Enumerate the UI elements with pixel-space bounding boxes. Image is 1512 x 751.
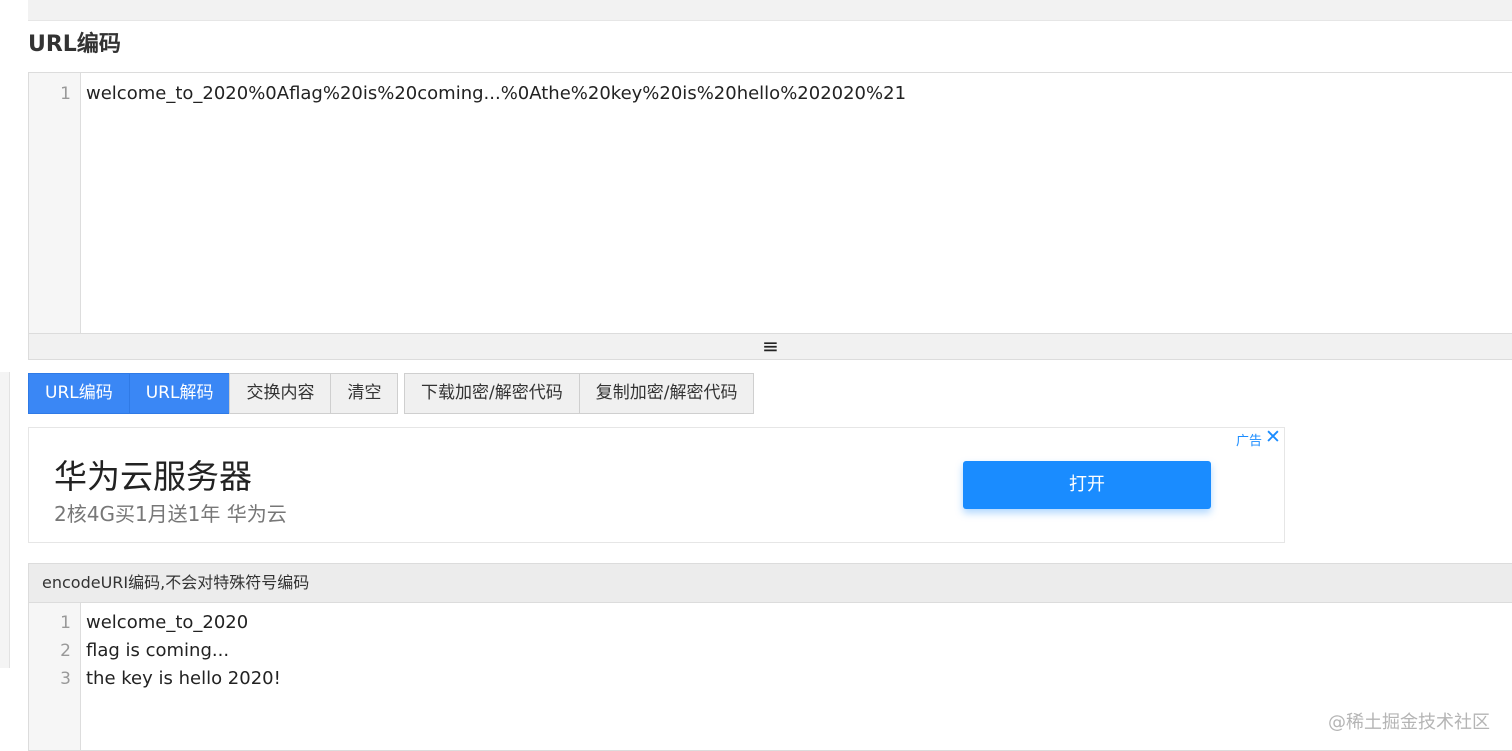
output-code-line[interactable]: the key is hello 2020! — [86, 665, 281, 693]
url-encode-button[interactable]: URL编码 — [28, 373, 130, 414]
left-scroll-guide — [0, 372, 10, 668]
url-decode-button[interactable]: URL解码 — [128, 373, 231, 414]
download-code-button[interactable]: 下载加密/解密代码 — [404, 373, 580, 414]
output-code-line[interactable]: flag is coming... — [86, 637, 229, 665]
line-number-gutter: 1 2 3 — [29, 603, 81, 750]
page: URL编码 1 welcome_to_2020%0Aflag%20is%20co… — [0, 0, 1512, 751]
code-button-group: 下载加密/解密代码 复制加密/解密代码 — [404, 373, 755, 414]
clear-button[interactable]: 清空 — [330, 373, 399, 414]
ad-banner[interactable]: 华为云服务器 2核4G买1月送1年 华为云 打开 广告 ✕ — [28, 426, 1285, 543]
input-editor[interactable]: 1 welcome_to_2020%0Aflag%20is%20coming..… — [28, 72, 1512, 334]
ad-subtitle: 2核4G买1月送1年 华为云 — [54, 502, 287, 526]
drag-handle-icon: ≡ — [762, 334, 779, 358]
watermark: @稀土掘金技术社区 — [1328, 712, 1490, 733]
copy-code-button[interactable]: 复制加密/解密代码 — [578, 373, 755, 414]
line-number: 2 — [60, 641, 71, 661]
output-panel-header: encodeURI编码,不会对特殊符号编码 — [28, 563, 1512, 603]
ad-title: 华为云服务器 — [54, 457, 252, 496]
line-number-gutter: 1 — [29, 73, 81, 333]
swap-content-button[interactable]: 交换内容 — [229, 373, 332, 414]
line-number: 1 — [60, 613, 71, 633]
ad-label: 广告 — [1236, 434, 1263, 449]
resize-handle[interactable]: ≡ — [28, 334, 1512, 360]
ad-open-button[interactable]: 打开 — [963, 461, 1211, 509]
output-code-line[interactable]: welcome_to_2020 — [86, 609, 248, 637]
page-title: URL编码 — [28, 32, 121, 57]
close-icon[interactable]: ✕ — [1265, 426, 1281, 448]
top-toolbar-strip — [28, 0, 1512, 21]
line-number: 1 — [60, 84, 71, 104]
line-number: 3 — [60, 669, 71, 689]
input-code-line[interactable]: welcome_to_2020%0Aflag%20is%20coming...%… — [86, 80, 906, 108]
action-button-group: URL编码 URL解码 交换内容 清空 — [28, 373, 399, 414]
output-editor[interactable]: 1 2 3 welcome_to_2020 flag is coming... … — [28, 603, 1512, 751]
